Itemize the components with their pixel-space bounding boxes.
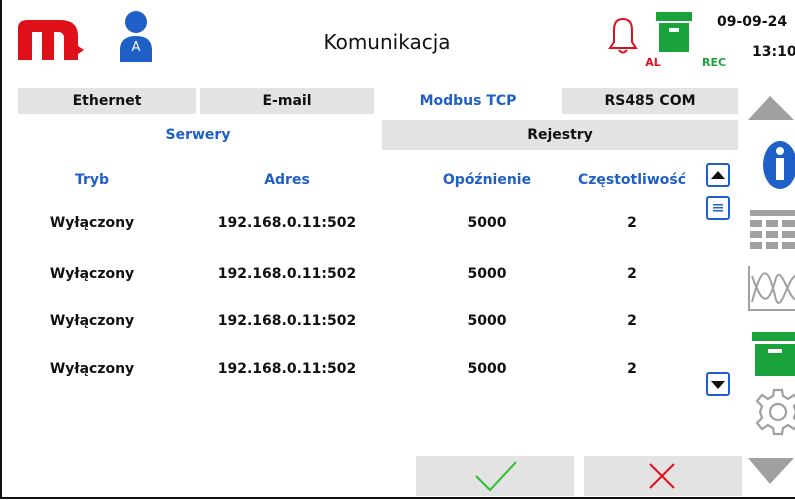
subtab-registers[interactable]: Rejestry: [382, 120, 738, 150]
cell-frequency: 2: [627, 313, 637, 329]
scroll-up-icon: [711, 171, 725, 179]
cell-address: 192.168.0.11:502: [217, 215, 357, 231]
info-icon[interactable]: [744, 140, 795, 190]
tab-ethernet[interactable]: Ethernet: [18, 88, 196, 114]
cancel-button[interactable]: [584, 456, 742, 496]
close-icon: [649, 463, 675, 489]
cell-frequency: 2: [627, 215, 637, 231]
rec-indicator[interactable]: REC: [654, 10, 726, 72]
cell-mode: Wyłączony: [49, 313, 135, 329]
cell-delay: 5000: [467, 361, 507, 377]
scroll-down-button[interactable]: [706, 372, 730, 396]
tab-rs485-com[interactable]: RS485 COM: [562, 88, 738, 114]
user-badge-label: A: [131, 40, 141, 55]
column-header-frequency: Częstotliwość: [577, 172, 687, 188]
cell-mode: Wyłączony: [49, 215, 135, 231]
logo-icon: [18, 20, 84, 60]
cell-address: 192.168.0.11:502: [217, 266, 357, 282]
archive-icon: [656, 12, 692, 52]
tab-modbus-tcp[interactable]: Modbus TCP: [378, 88, 558, 114]
cell-address: 192.168.0.11:502: [217, 313, 357, 329]
cell-frequency: 2: [627, 361, 637, 377]
screen: A Komunikacja AL REC 09-09-24 13:10 Ethe…: [0, 0, 795, 499]
confirm-button[interactable]: [416, 456, 574, 496]
subtab-servers[interactable]: Serwery: [18, 120, 378, 150]
cell-address: 192.168.0.11:502: [217, 361, 357, 377]
column-header-mode: Tryb: [74, 172, 110, 188]
user-icon[interactable]: A: [118, 10, 154, 62]
chart-icon[interactable]: [744, 264, 795, 314]
cell-delay: 5000: [467, 313, 507, 329]
date-text: 09-09-24: [717, 14, 788, 30]
cell-delay: 5000: [467, 215, 507, 231]
cell-frequency: 2: [627, 266, 637, 282]
scroll-down-icon: [711, 381, 725, 389]
cell-mode: Wyłączony: [49, 361, 135, 377]
table-icon[interactable]: [744, 206, 795, 256]
list-icon: [713, 204, 723, 212]
cell-mode: Wyłączony: [49, 266, 135, 282]
list-view-button[interactable]: [706, 196, 730, 220]
bell-icon: [608, 17, 638, 54]
cell-delay: 5000: [467, 266, 507, 282]
rec-label: REC: [701, 56, 727, 69]
tab-email[interactable]: E-mail: [200, 88, 374, 114]
archive-icon[interactable]: [744, 330, 795, 378]
scroll-up-button[interactable]: [706, 163, 730, 187]
arrow-down-icon[interactable]: [744, 456, 795, 486]
gear-icon[interactable]: [744, 386, 795, 438]
check-icon: [475, 461, 517, 492]
time-text: 13:10: [752, 44, 795, 60]
alarm-indicator[interactable]: AL: [608, 16, 661, 72]
page-title: Komunikacja: [323, 30, 451, 54]
arrow-up-icon[interactable]: [744, 94, 795, 122]
column-header-address: Adres: [264, 172, 310, 188]
column-header-delay: Opóźnienie: [442, 172, 532, 188]
